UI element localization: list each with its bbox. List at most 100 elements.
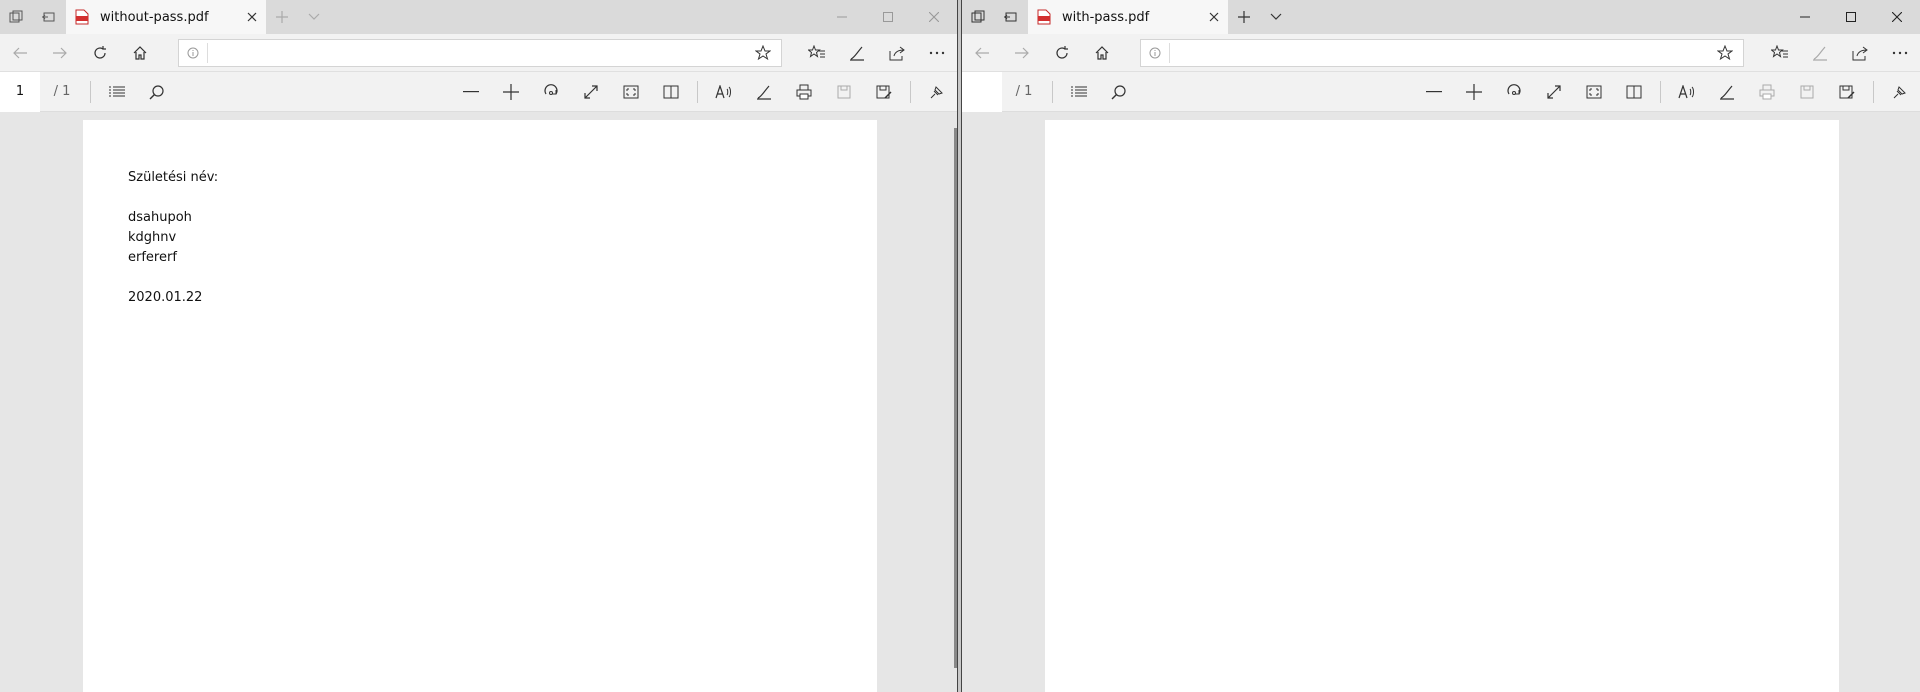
more-icon[interactable] <box>917 34 957 72</box>
pin-toolbar-icon[interactable] <box>1880 72 1920 112</box>
doc-line: Születési név: <box>128 170 219 185</box>
save-icon[interactable] <box>824 72 864 112</box>
refresh-icon[interactable] <box>80 34 120 72</box>
pdf-toolbar: 1 / 1 <box>0 71 957 112</box>
fit-icon[interactable] <box>1534 72 1574 112</box>
favorites-icon[interactable] <box>1760 34 1800 72</box>
browser-window-right: with-pass.pdf / 1 <box>961 0 1920 692</box>
zoom-out-icon[interactable] <box>1414 72 1454 112</box>
favorite-star-icon[interactable] <box>745 45 781 61</box>
address-input[interactable] <box>208 41 745 65</box>
fit-icon[interactable] <box>571 72 611 112</box>
tab-active[interactable]: with-pass.pdf <box>1028 0 1228 34</box>
tab-title: with-pass.pdf <box>1062 9 1150 25</box>
set-aside-tabs-icon[interactable] <box>994 0 1026 34</box>
print-icon[interactable] <box>1747 72 1787 112</box>
save-as-icon[interactable] <box>1827 72 1867 112</box>
back-arrow-icon[interactable] <box>962 34 1002 72</box>
set-aside-tabs-icon[interactable] <box>32 0 64 34</box>
notes-pen-icon[interactable] <box>837 34 877 72</box>
doc-line: erfererf <box>128 250 177 265</box>
close-icon[interactable] <box>1874 0 1920 34</box>
window-controls <box>819 0 957 34</box>
info-icon[interactable] <box>1141 47 1169 59</box>
zoom-in-icon[interactable] <box>491 72 531 112</box>
minimize-icon[interactable] <box>1782 0 1828 34</box>
nav-bar <box>0 34 957 72</box>
read-aloud-icon[interactable] <box>1667 72 1707 112</box>
pdf-file-icon <box>74 9 90 25</box>
read-aloud-icon[interactable] <box>704 72 744 112</box>
search-icon[interactable] <box>137 72 177 112</box>
fullscreen-icon[interactable] <box>1574 72 1614 112</box>
tab-close-icon[interactable] <box>238 0 266 34</box>
new-tab-icon[interactable] <box>1228 0 1260 34</box>
contents-icon[interactable] <box>97 72 137 112</box>
tab-close-icon[interactable] <box>1200 0 1228 34</box>
home-icon[interactable] <box>1082 34 1122 72</box>
address-input[interactable] <box>1170 41 1707 65</box>
address-bar[interactable] <box>178 39 782 67</box>
favorite-star-icon[interactable] <box>1707 45 1743 61</box>
info-icon[interactable] <box>179 47 207 59</box>
forward-arrow-icon[interactable] <box>1002 34 1042 72</box>
toolbar-divider <box>1873 81 1874 103</box>
close-icon[interactable] <box>911 0 957 34</box>
draw-icon[interactable] <box>1707 72 1747 112</box>
zoom-in-icon[interactable] <box>1454 72 1494 112</box>
more-icon[interactable] <box>1880 34 1920 72</box>
page-total: / 1 <box>53 84 71 99</box>
chevron-down-icon[interactable] <box>298 0 330 34</box>
doc-line: 2020.01.22 <box>128 290 203 305</box>
pdf-viewport[interactable]: Születési név: dsahupoh kdghnv erfererf … <box>0 114 957 692</box>
toolbar-divider <box>697 81 698 103</box>
tab-active[interactable]: without-pass.pdf <box>66 0 266 34</box>
draw-icon[interactable] <box>744 72 784 112</box>
doc-line: kdghnv <box>128 230 177 245</box>
back-arrow-icon[interactable] <box>0 34 40 72</box>
zoom-out-icon[interactable] <box>451 72 491 112</box>
nav-bar <box>962 34 1920 72</box>
contents-icon[interactable] <box>1059 72 1099 112</box>
minimize-icon[interactable] <box>819 0 865 34</box>
tab-preview-icon[interactable] <box>0 0 32 34</box>
search-icon[interactable] <box>1099 72 1139 112</box>
page-number-input[interactable]: 1 <box>0 71 40 112</box>
scrollbar[interactable] <box>954 128 957 668</box>
pdf-page <box>1045 120 1839 692</box>
maximize-icon[interactable] <box>1828 0 1874 34</box>
pdf-toolbar-right <box>451 72 957 112</box>
pdf-file-icon <box>1036 9 1052 25</box>
toolbar-divider <box>90 80 91 103</box>
toolbar-divider <box>1052 80 1053 103</box>
refresh-icon[interactable] <box>1042 34 1082 72</box>
screen: without-pass.pdf 1 / 1 Születési név: ds… <box>0 0 1920 692</box>
favorites-icon[interactable] <box>797 34 837 72</box>
save-icon[interactable] <box>1787 72 1827 112</box>
pdf-viewport[interactable] <box>962 114 1920 692</box>
share-icon[interactable] <box>877 34 917 72</box>
page-layout-icon[interactable] <box>1614 72 1654 112</box>
forward-arrow-icon[interactable] <box>40 34 80 72</box>
share-icon[interactable] <box>1840 34 1880 72</box>
pdf-toolbar: / 1 <box>962 71 1920 112</box>
address-bar[interactable] <box>1140 39 1744 67</box>
browser-window-left: without-pass.pdf 1 / 1 Születési név: ds… <box>0 0 958 692</box>
tab-preview-icon[interactable] <box>962 0 994 34</box>
rotate-icon[interactable] <box>531 72 571 112</box>
chevron-down-icon[interactable] <box>1260 0 1292 34</box>
new-tab-icon[interactable] <box>266 0 298 34</box>
toolbar-divider <box>910 81 911 103</box>
page-number-input[interactable] <box>962 71 1002 112</box>
maximize-icon[interactable] <box>865 0 911 34</box>
fullscreen-icon[interactable] <box>611 72 651 112</box>
pin-toolbar-icon[interactable] <box>917 72 957 112</box>
home-icon[interactable] <box>120 34 160 72</box>
tab-title: without-pass.pdf <box>100 9 209 25</box>
rotate-icon[interactable] <box>1494 72 1534 112</box>
print-icon[interactable] <box>784 72 824 112</box>
page-layout-icon[interactable] <box>651 72 691 112</box>
save-as-icon[interactable] <box>864 72 904 112</box>
notes-pen-icon[interactable] <box>1800 34 1840 72</box>
window-controls <box>1782 0 1920 34</box>
